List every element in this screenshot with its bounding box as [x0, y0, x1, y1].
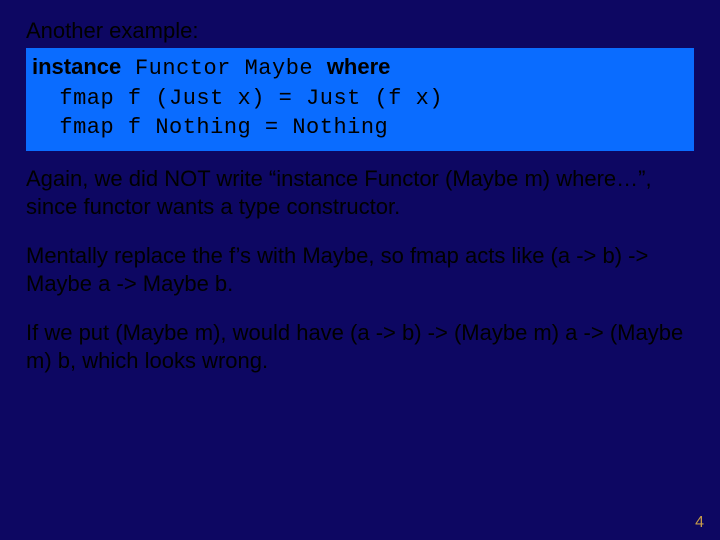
keyword-where: where [327, 54, 391, 79]
page-number: 4 [695, 514, 704, 532]
code-text-functor-maybe: Functor Maybe [121, 56, 327, 81]
code-line-3: fmap f Nothing = Nothing [32, 113, 688, 143]
slide-body: Another example: instance Functor Maybe … [0, 0, 720, 374]
code-line-2: fmap f (Just x) = Just (f x) [32, 84, 688, 114]
keyword-instance: instance [32, 54, 121, 79]
code-line-1: instance Functor Maybe where [32, 52, 688, 84]
paragraph-1: Again, we did NOT write “instance Functo… [26, 165, 694, 220]
paragraph-3: If we put (Maybe m), would have (a -> b)… [26, 319, 694, 374]
paragraph-2: Mentally replace the f’s with Maybe, so … [26, 242, 694, 297]
code-block: instance Functor Maybe where fmap f (Jus… [26, 48, 694, 151]
intro-text: Another example: [26, 18, 694, 44]
